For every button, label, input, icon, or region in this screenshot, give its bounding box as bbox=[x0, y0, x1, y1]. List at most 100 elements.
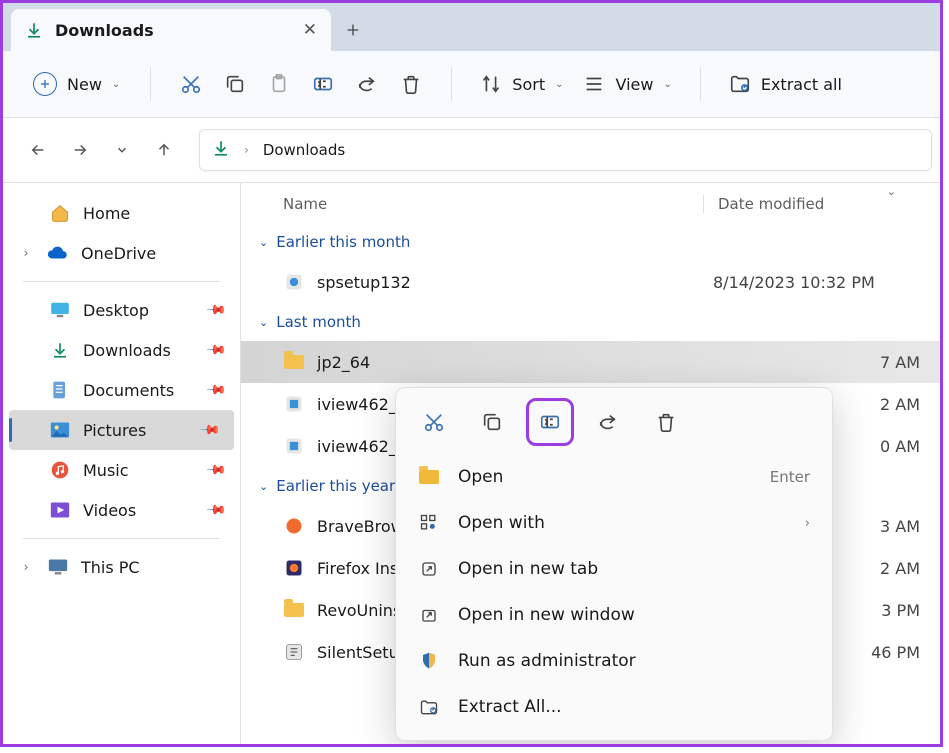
plus-circle-icon bbox=[33, 72, 57, 96]
location-row: › Downloads bbox=[3, 118, 940, 183]
delete-button[interactable] bbox=[389, 62, 433, 106]
menu-item-open[interactable]: Open Enter bbox=[396, 454, 832, 500]
tab-downloads[interactable]: Downloads ✕ bbox=[11, 9, 331, 51]
sidebar-item-music[interactable]: Music 📌 bbox=[3, 450, 240, 490]
sidebar-item-label: Music bbox=[83, 461, 129, 480]
menu-item-open-new-window[interactable]: Open in new window bbox=[396, 592, 832, 638]
chevron-right-icon: › bbox=[805, 516, 810, 531]
sort-button[interactable]: Sort ⌄ bbox=[470, 67, 573, 101]
installer-icon bbox=[281, 436, 307, 456]
sidebar-item-label: Pictures bbox=[83, 421, 146, 440]
copy-button[interactable] bbox=[213, 62, 257, 106]
downloads-icon bbox=[25, 21, 43, 39]
thispc-icon bbox=[47, 558, 69, 576]
paste-button[interactable] bbox=[257, 62, 301, 106]
downloads-icon bbox=[49, 341, 71, 359]
group-header[interactable]: ⌄Last month bbox=[241, 303, 940, 341]
context-menu: Open Enter Open with › Open in new tab O… bbox=[395, 387, 833, 741]
shield-icon bbox=[418, 651, 440, 671]
divider bbox=[23, 281, 220, 282]
chevron-down-icon: ⌄ bbox=[887, 185, 896, 198]
sidebar-item-downloads[interactable]: Downloads 📌 bbox=[3, 330, 240, 370]
column-headers[interactable]: Name ⌄Date modified bbox=[241, 183, 940, 223]
copy-button[interactable] bbox=[472, 402, 512, 442]
share-button[interactable] bbox=[588, 402, 628, 442]
sidebar-item-label: Downloads bbox=[83, 341, 171, 360]
app-icon bbox=[281, 516, 307, 536]
recent-button[interactable] bbox=[105, 133, 139, 167]
sidebar-item-label: Documents bbox=[83, 381, 174, 400]
close-tab-icon[interactable]: ✕ bbox=[303, 20, 317, 40]
sidebar-item-documents[interactable]: Documents 📌 bbox=[3, 370, 240, 410]
share-button[interactable] bbox=[345, 62, 389, 106]
column-modified[interactable]: ⌄Date modified bbox=[703, 195, 918, 213]
pin-icon: 📌 bbox=[205, 299, 227, 321]
sidebar-item-onedrive[interactable]: › OneDrive bbox=[3, 233, 240, 273]
sort-label: Sort bbox=[512, 75, 545, 94]
menu-item-open-new-tab[interactable]: Open in new tab bbox=[396, 546, 832, 592]
divider bbox=[23, 538, 220, 539]
sidebar-item-label: Videos bbox=[83, 501, 136, 520]
file-date: 7 AM bbox=[713, 353, 940, 372]
view-button[interactable]: View ⌄ bbox=[573, 67, 681, 101]
menu-item-open-with[interactable]: Open with › bbox=[396, 500, 832, 546]
shortcut-hint: Enter bbox=[770, 468, 810, 486]
new-tab-button[interactable] bbox=[331, 9, 375, 51]
installer-icon bbox=[281, 642, 307, 662]
sidebar-item-label: This PC bbox=[81, 558, 140, 577]
open-with-icon bbox=[418, 513, 440, 533]
menu-item-extract-all[interactable]: Extract All... bbox=[396, 684, 832, 730]
back-button[interactable] bbox=[21, 133, 55, 167]
pictures-icon bbox=[49, 421, 71, 439]
extract-all-button[interactable]: Extract all bbox=[719, 67, 852, 101]
chevron-right-icon[interactable]: › bbox=[17, 246, 35, 260]
sidebar-item-desktop[interactable]: Desktop 📌 bbox=[3, 290, 240, 330]
chevron-down-icon: ⌄ bbox=[259, 480, 268, 493]
documents-icon bbox=[49, 380, 71, 400]
divider bbox=[451, 67, 452, 101]
rename-button[interactable] bbox=[530, 402, 570, 442]
chevron-down-icon: ⌄ bbox=[663, 79, 671, 90]
chevron-down-icon: ⌄ bbox=[112, 79, 120, 90]
installer-icon bbox=[281, 394, 307, 414]
zip-folder-icon bbox=[281, 355, 307, 369]
view-label: View bbox=[615, 75, 653, 94]
up-button[interactable] bbox=[147, 133, 181, 167]
forward-button[interactable] bbox=[63, 133, 97, 167]
context-menu-icon-row bbox=[396, 394, 832, 454]
column-name[interactable]: Name bbox=[283, 195, 703, 213]
rename-button[interactable] bbox=[301, 62, 345, 106]
cut-button[interactable] bbox=[169, 62, 213, 106]
menu-item-run-admin[interactable]: Run as administrator bbox=[396, 638, 832, 684]
desktop-icon bbox=[49, 302, 71, 318]
new-label: New bbox=[67, 75, 102, 94]
sidebar-item-label: Desktop bbox=[83, 301, 149, 320]
app-icon bbox=[281, 558, 307, 578]
sidebar-item-videos[interactable]: Videos 📌 bbox=[3, 490, 240, 530]
onedrive-icon bbox=[47, 245, 69, 261]
new-window-icon bbox=[418, 606, 440, 624]
divider bbox=[700, 67, 701, 101]
pin-icon: 📌 bbox=[199, 419, 221, 441]
sidebar-item-pictures[interactable]: Pictures 📌 bbox=[9, 410, 234, 450]
address-bar[interactable]: › Downloads bbox=[199, 129, 932, 171]
chevron-right-icon[interactable]: › bbox=[17, 560, 35, 574]
chevron-down-icon: ⌄ bbox=[259, 316, 268, 329]
sidebar-item-home[interactable]: Home bbox=[3, 193, 240, 233]
chevron-down-icon: ⌄ bbox=[259, 236, 268, 249]
file-explorer-window: { "tab": {"title": "Downloads"}, "toolba… bbox=[0, 0, 943, 747]
sidebar-item-thispc[interactable]: › This PC bbox=[3, 547, 240, 587]
file-date: 8/14/2023 10:32 PM bbox=[713, 273, 940, 292]
file-row[interactable]: jp2_64 7 AM bbox=[241, 341, 940, 383]
delete-button[interactable] bbox=[646, 402, 686, 442]
new-button[interactable]: New ⌄ bbox=[21, 66, 132, 102]
sidebar: Home › OneDrive Desktop 📌 Downloads 📌 Do… bbox=[3, 183, 241, 746]
file-name: jp2_64 bbox=[307, 353, 713, 372]
file-row[interactable]: spsetup132 8/14/2023 10:32 PM bbox=[241, 261, 940, 303]
breadcrumb-location[interactable]: Downloads bbox=[263, 141, 345, 159]
sidebar-item-label: Home bbox=[83, 204, 130, 223]
music-icon bbox=[49, 460, 71, 480]
chevron-down-icon: ⌄ bbox=[555, 79, 563, 90]
group-header[interactable]: ⌄Earlier this month bbox=[241, 223, 940, 261]
cut-button[interactable] bbox=[414, 402, 454, 442]
